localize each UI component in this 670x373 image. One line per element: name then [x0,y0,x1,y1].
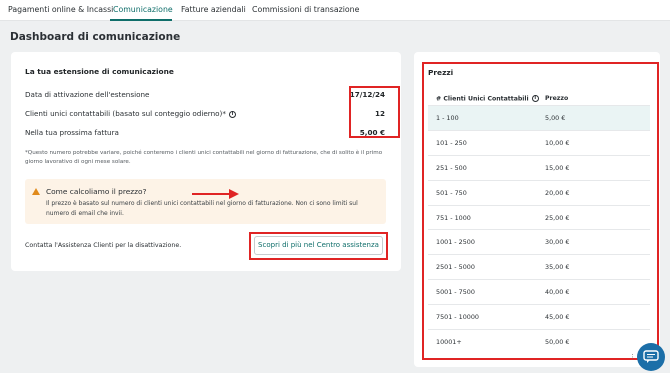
price-cell: 10,00 € [545,138,570,147]
price-cell: 50,00 € [545,338,570,347]
range-cell: 1001 - 2500 [436,238,475,247]
table-row: 501 - 750 20,00 € [428,179,650,205]
table-row: 1001 - 2500 30,00 € [428,229,650,254]
range-cell: 10001+ [436,338,462,347]
price-cell: 35,00 € [545,263,570,272]
range-cell: 101 - 250 [436,138,467,147]
table-row: 10001+ 50,00 € [428,329,650,354]
table-row: 7501 - 10000 45,00 € [428,304,650,329]
column-header-clients-label: # Clienti Unici Contattabili [436,95,529,103]
active-tab-indicator [110,19,172,21]
annotation-arrow-head [229,189,239,199]
range-cell: 251 - 500 [436,163,467,172]
column-header-price: Prezzo [545,95,569,102]
price-cell: 5,00 € [545,114,566,122]
activation-date-label: Data di attivazione dell'estensione [25,90,150,99]
page-title: Dashboard di comunicazione [10,31,181,43]
table-row: 2501 - 5000 35,00 € [428,254,650,279]
tab-pagamenti-online[interactable]: Pagamenti online & Incassi [8,5,113,14]
prices-table: 1 - 100 5,00 € 101 - 250 10,00 € 251 - 500… [428,105,650,354]
table-row: 251 - 500 15,00 € [428,154,650,180]
range-cell: 2501 - 5000 [436,263,475,272]
help-center-button[interactable]: Scopri di più nel Centro assistenza [254,236,383,255]
warning-icon [32,188,40,195]
range-cell: 501 - 750 [436,188,467,197]
top-tab-bar: Pagamenti online & Incassi Comunicazione… [0,0,670,21]
price-cell: 25,00 € [545,213,570,222]
next-invoice-label: Nella tua prossima fattura [25,128,119,137]
values-highlight-box [349,86,400,138]
range-cell: 1 - 100 [436,114,459,122]
price-info-alert: Come calcoliamo il prezzo? Il prezzo è b… [25,179,386,224]
price-cell: 15,00 € [545,163,570,172]
column-header-clients: # Clienti Unici Contattabili i [436,95,539,103]
range-cell: 7501 - 10000 [436,313,479,322]
table-row: 5001 - 7500 40,00 € [428,279,650,304]
range-cell: 5001 - 7500 [436,288,475,297]
price-cell: 45,00 € [545,313,570,322]
alert-title: Come calcoliamo il prezzo? [46,187,147,196]
extension-title: La tua estensione di comunicazione [25,67,174,76]
info-icon[interactable]: i [531,95,539,102]
price-cell: 20,00 € [545,188,570,197]
reachable-clients-text: Clienti unici contattabili (basato sul c… [25,109,226,118]
tab-commissioni[interactable]: Commissioni di transazione [252,5,359,14]
footnote: *Questo numero potrebbe variare, poiché … [25,150,383,165]
price-cell: 40,00 € [545,288,570,297]
info-icon[interactable]: i [228,110,236,118]
tab-comunicazione[interactable]: Comunicazione [113,5,173,14]
price-cell: 30,00 € [545,238,570,247]
contact-support-text: Contatta l'Assistenza Clienti per la dis… [25,242,182,249]
tab-fatture-aziendali[interactable]: Fatture aziendali [181,5,246,14]
prices-title: Prezzi [428,68,454,77]
chat-bubble-icon [643,350,659,363]
chat-button[interactable] [637,343,665,371]
alert-text: Il prezzo è basato sul numero di clienti… [46,200,358,217]
annotation-arrow-line [192,193,230,195]
range-cell: 751 - 1000 [436,213,471,222]
table-row: 101 - 250 10,00 € [428,129,650,155]
table-row: 751 - 1000 25,00 € [428,204,650,230]
table-row: 1 - 100 5,00 € [428,105,650,130]
reachable-clients-label: Clienti unici contattabili (basato sul c… [25,109,236,118]
